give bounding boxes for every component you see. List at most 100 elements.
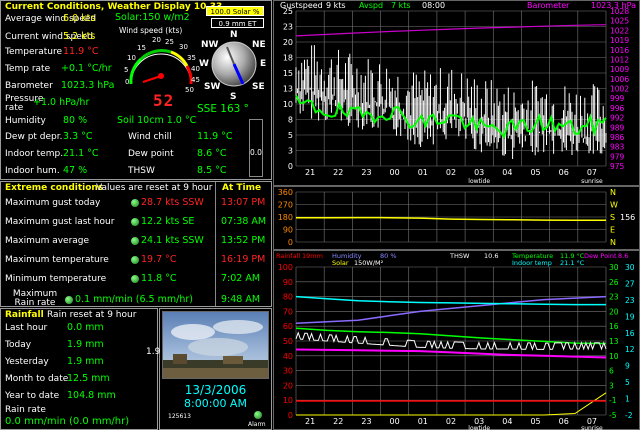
current-conditions-title: Current Conditions, Weather Display 10.3… (5, 2, 223, 12)
x-tick-label: 05 (530, 417, 540, 426)
alarm-indicator[interactable] (254, 411, 262, 419)
webcam-image[interactable] (162, 311, 269, 379)
y-tick-label: 180 (278, 213, 293, 222)
dew-point-value: 8.6 °C (197, 148, 227, 159)
y-tick-label: 0 (288, 162, 293, 171)
direction-value: SSE 163 ° (197, 103, 249, 115)
gauge-digital-value: 52 (153, 91, 175, 110)
rain-row-value: 1.9 mm (67, 356, 104, 367)
extreme-reset-note: Values are reset at 9 hour (96, 183, 213, 193)
rainfall-panel: Rainfall Rain reset at 9 hour Last hour 0… (0, 308, 158, 430)
extreme-indicator-dot[interactable] (131, 237, 139, 245)
y2-tick-label: 992 (610, 114, 625, 123)
y2-tick-label: 6 (609, 367, 614, 376)
extreme-indicator-dot[interactable] (131, 256, 139, 264)
y3-tick-label: -2 (625, 411, 633, 420)
y2-tick-label: 30 (609, 263, 619, 272)
y2-tick-label: 20 (609, 307, 619, 316)
x-tick-label: 22 (333, 417, 343, 426)
x-tick-label: 04 (502, 168, 512, 177)
y2-tick-label: 986 (610, 133, 625, 142)
y2-tick-label: 975 (610, 162, 625, 171)
legend-entry: 19mm (302, 252, 323, 260)
extreme-indicator-dot[interactable] (131, 199, 139, 207)
y2-tick-label: 10 (609, 352, 619, 361)
compass-se: SE (252, 82, 265, 92)
y2-tick-label: 983 (610, 143, 625, 152)
side-level-value: 0.0 (250, 148, 262, 157)
x-tick-label: 04 (502, 417, 512, 426)
dew-depression-value: 3.3 °C (63, 131, 93, 142)
y-tick-label: 0 (288, 238, 293, 247)
y-tick-label: 18 (283, 54, 293, 63)
y-tick-label: 8 (288, 116, 293, 125)
extreme-row-time: 16:19 PM (221, 254, 266, 265)
rain-rate-value: 0.0 mm/min (0.0 mm/hr) (5, 416, 130, 427)
series-dew-point (295, 348, 607, 359)
extreme-indicator-dot[interactable] (65, 296, 73, 304)
y2-tick-label: 26 (609, 278, 619, 287)
x-tick-label: 02 (446, 417, 456, 426)
temperature-chart: Rainfall 19mm Humidity 80 % THSW 10.6 Temperat… (273, 250, 640, 430)
rain-row-value: 0.0 mm (67, 322, 104, 333)
extreme-row-time: 07:38 AM (221, 216, 267, 227)
y-tick-label: 13 (283, 85, 293, 94)
indoor-temp-label: Indoor temp. (5, 149, 64, 159)
humidity-label: Humidity (5, 116, 46, 126)
rain-row-value: 1.9 mm (67, 339, 104, 350)
x-sub-label: sunrise (581, 425, 603, 430)
x-sub-label: lowtide (468, 178, 490, 185)
x-tick-label: 01 (418, 417, 428, 426)
at-time-header: At Time (222, 183, 262, 193)
extreme-row-value: 12.2 kts SE (141, 216, 195, 227)
direction-axis-value: 156 (620, 213, 635, 222)
y-tick-label: 20 (283, 38, 293, 47)
y2-tick-label: 1028 (610, 7, 629, 16)
y-tick-label: 10 (283, 396, 293, 405)
y2-tick-label: 979 (610, 152, 625, 161)
y-tick-label: 0 (288, 411, 293, 420)
rainfall-title: Rainfall (5, 310, 44, 320)
dial-tick-20: 20 (152, 36, 161, 44)
y2-tick-label: 996 (610, 104, 625, 113)
dial-tick-45: 45 (191, 76, 200, 84)
alarm-label: Alarm (248, 421, 266, 428)
y-tick-label: 270 (278, 201, 293, 210)
temp-rate-label: Temp rate (5, 64, 51, 74)
current-wind-value: 5.2 kts (63, 31, 96, 42)
rain-row-label: Year to date (5, 391, 60, 401)
temperature-label: Temperature (5, 47, 63, 57)
dial-tick-35: 35 (187, 54, 196, 62)
temperature-plot: Rainfall 19mm Humidity 80 % THSW 10.6 Temperat… (276, 252, 635, 430)
extreme-indicator-dot[interactable] (131, 218, 139, 226)
x-tick-label: 22 (333, 168, 343, 177)
counter-value: 125613 (168, 413, 191, 420)
clock-time: 8:00:00 AM (184, 397, 247, 410)
extreme-row-label: Maximum average (5, 236, 90, 246)
x-tick-label: 03 (474, 168, 484, 177)
rain-row-label: Yesterday (5, 357, 49, 367)
compass-axis-label: N (610, 188, 616, 197)
direction-chart: 360 270 180 90 0 N W S E N 156 (273, 186, 640, 250)
x-tick-label: 01 (418, 168, 428, 177)
temperature-value: 11.9 °C (63, 46, 99, 57)
x-tick-label: 00 (390, 168, 400, 177)
clock-date: 13/3/2006 (184, 383, 247, 397)
compass-axis-label: E (610, 226, 615, 235)
y3-tick-label: 16 (625, 329, 635, 338)
solar-percent-button[interactable]: 100.0 Solar % (206, 6, 264, 16)
x-tick-label: 00 (390, 417, 400, 426)
y-tick-label: 90 (283, 226, 293, 235)
x-tick-label: 06 (559, 417, 569, 426)
y-tick-label: 50 (283, 337, 293, 346)
y2-tick-label: 999 (610, 94, 625, 103)
et-button[interactable]: 0.9 mm ET (211, 18, 264, 28)
legend-entry: Rainfall (276, 252, 300, 260)
legend-entry: THSW (449, 252, 470, 260)
extreme-row-label: Maximum temperature (5, 255, 109, 265)
extreme-indicator-dot[interactable] (131, 275, 139, 283)
legend-entry: 150W/M² (354, 259, 384, 267)
series-solar (296, 392, 607, 416)
legend-entry: 8.6 (618, 252, 628, 260)
y3-tick-label: 23 (625, 296, 635, 305)
